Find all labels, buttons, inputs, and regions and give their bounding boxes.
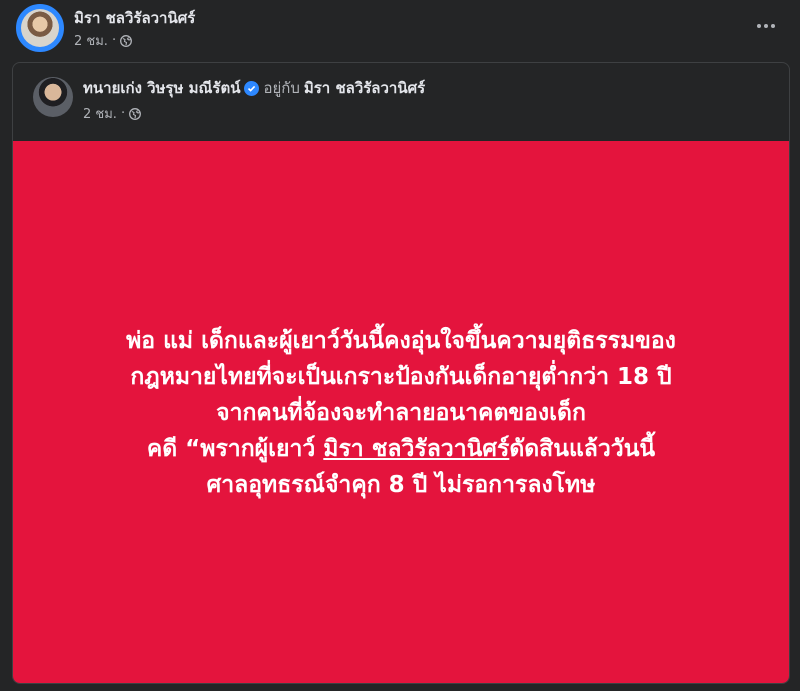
globe-icon[interactable] xyxy=(129,107,142,120)
message-line-4: คดี “พรากผู้เยาว์ มิรา ชลวิรัลวานิศร์ดัด… xyxy=(126,431,676,467)
shared-post-meta: 2 ชม. · xyxy=(83,103,142,124)
author-name[interactable]: มิรา ชลวิรัลวานิศร์ xyxy=(74,6,195,30)
text-background-post[interactable]: พ่อ แม่ เด็กและผู้เยาว์วันนี้คงอุ่นใจขึ้… xyxy=(13,141,789,683)
message-line-4-prefix: คดี “พรากผู้เยาว์ xyxy=(146,436,324,462)
more-options-button[interactable] xyxy=(754,14,778,38)
post-header: มิรา ชลวิรัลวานิศร์ 2 ชม. · xyxy=(0,0,800,60)
tagged-person-link[interactable]: มิรา ชลวิรัลวานิศร์ xyxy=(304,76,425,100)
shared-post-time[interactable]: 2 ชม. xyxy=(83,103,117,124)
message-line-1: พ่อ แม่ เด็กและผู้เยาว์วันนี้คงอุ่นใจขึ้… xyxy=(126,328,676,354)
message-line-4-suffix: ดัดสินแล้ววันนี้ xyxy=(509,436,656,462)
with-text: อยู่กับ xyxy=(263,79,300,97)
author-avatar[interactable] xyxy=(16,4,64,52)
shared-author-line: ทนายเก่ง วิษรุษ มณีรัตน์ อยู่กับ มิรา ชล… xyxy=(83,76,425,100)
message-line-5: ศาลอุทธรณ์จำคุก 8 ปี ไม่รอการลงโทษ xyxy=(206,472,596,498)
meta-separator: · xyxy=(120,106,126,121)
message-line-3: จากคนที่จ้องจะทำลายอนาคตของเด็ก xyxy=(216,400,586,426)
more-dots-icon xyxy=(757,24,775,28)
post-message: พ่อ แม่ เด็กและผู้เยาว์วันนี้คงอุ่นใจขึ้… xyxy=(126,323,676,503)
verified-badge-icon xyxy=(244,80,260,96)
shared-post-header: ทนายเก่ง วิษรุษ มณีรัตน์ อยู่กับ มิรา ชล… xyxy=(13,63,789,141)
post-time[interactable]: 2 ชม. xyxy=(74,30,108,51)
shared-post-card[interactable]: ทนายเก่ง วิษรุษ มณีรัตน์ อยู่กับ มิรา ชล… xyxy=(12,62,790,684)
globe-icon[interactable] xyxy=(120,34,133,47)
message-line-2: กฎหมายไทยที่จะเป็นเกราะป้องกันเด็กอายุต่… xyxy=(130,364,672,390)
meta-separator: · xyxy=(111,33,117,48)
mention-link[interactable]: มิรา ชลวิรัลวานิศร์ xyxy=(323,436,509,462)
shared-author-avatar[interactable] xyxy=(33,77,73,117)
shared-author-name[interactable]: ทนายเก่ง วิษรุษ มณีรัตน์ xyxy=(83,76,240,100)
post-meta: 2 ชม. · xyxy=(74,30,133,51)
author-avatar-photo xyxy=(21,9,59,47)
